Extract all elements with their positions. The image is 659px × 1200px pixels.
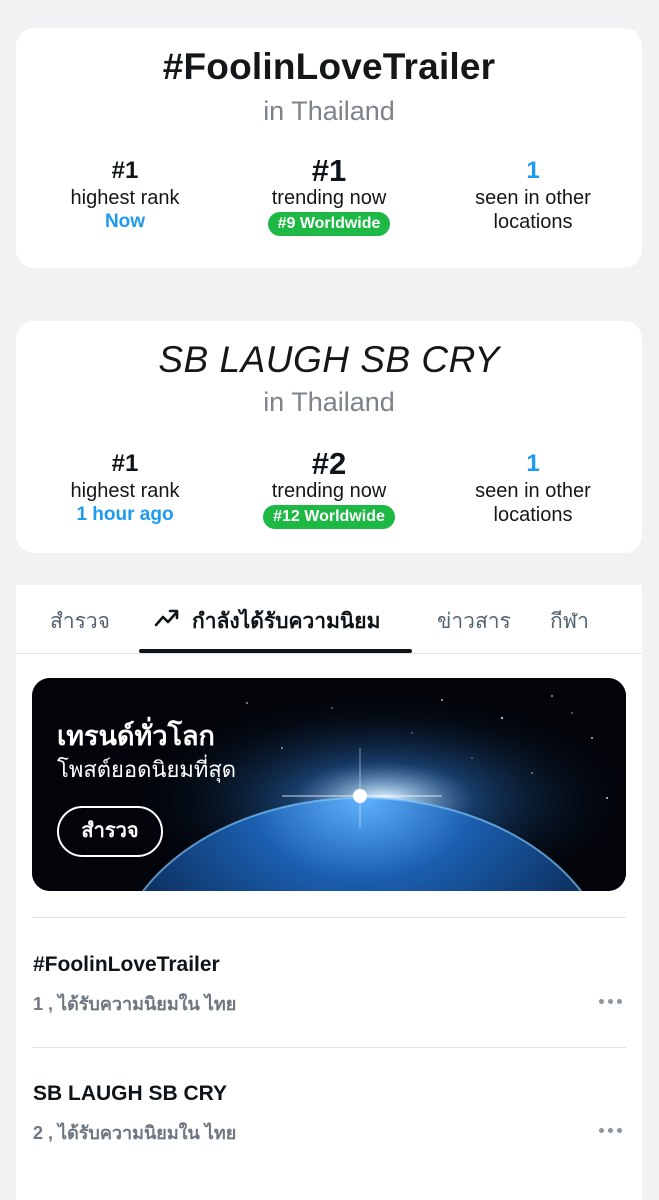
other-locations-label-1: seen in other xyxy=(475,480,591,502)
active-tab-indicator xyxy=(139,649,412,653)
highest-rank-label: highest rank xyxy=(70,187,180,209)
banner-title: เทรนด์ทั่วโลก xyxy=(57,721,215,751)
trend-location: in Thailand xyxy=(263,96,395,126)
highest-rank-value: #1 xyxy=(111,157,139,184)
trend-title: #FoolinLoveTrailer xyxy=(162,46,496,87)
trending-now-value: #1 xyxy=(311,153,347,188)
tab-trending[interactable]: กำลังได้รับความนิยม xyxy=(192,605,380,638)
explore-button[interactable]: สำรวจ xyxy=(57,806,163,857)
trend-stats-card-1: #FoolinLoveTrailer in Thailand #1 highes… xyxy=(16,28,642,268)
other-locations-label-2: locations xyxy=(493,211,573,233)
trend-location: in Thailand xyxy=(263,387,395,417)
trend-name: SB LAUGH SB CRY xyxy=(33,1082,228,1105)
other-locations-value: 1 xyxy=(526,450,540,477)
tab-news[interactable]: ข่าวสาร xyxy=(437,605,511,638)
global-trends-banner[interactable]: เทรนด์ทั่วโลก โพสต์ยอดนิยมที่สุด สำรวจ xyxy=(32,678,626,891)
tab-sports[interactable]: กีฬา xyxy=(550,605,589,638)
stat-other-locations: 1 seen in other locations xyxy=(428,156,638,234)
highest-rank-time: 1 hour ago xyxy=(76,504,174,525)
trend-title: SB LAUGH SB CRY xyxy=(158,339,500,380)
stat-trending-now: #1 trending now #9 Worldwide xyxy=(224,153,434,236)
explore-tabs: สำรวจ กำลังได้รับความนิยม ข่าวสาร กีฬา xyxy=(16,585,642,654)
trending-now-value: #2 xyxy=(311,446,347,481)
trending-icon xyxy=(154,609,179,627)
other-locations-label-2: locations xyxy=(493,504,573,526)
stat-trending-now: #2 trending now #12 Worldwide xyxy=(224,446,434,529)
other-locations-value: 1 xyxy=(526,157,540,184)
trend-meta: 1 , ได้รับความนิยมใน ไทย xyxy=(33,994,237,1014)
highest-rank-value: #1 xyxy=(111,450,139,477)
trend-meta: 2 , ได้รับความนิยมใน ไทย xyxy=(33,1123,237,1143)
worldwide-badge: #12 Worldwide xyxy=(263,505,395,529)
trend-name: #FoolinLoveTrailer xyxy=(33,953,220,976)
trend-list-item[interactable]: SB LAUGH SB CRY 2 , ได้รับความนิยมใน ไทย xyxy=(33,1082,627,1147)
divider xyxy=(32,917,626,918)
tab-explore[interactable]: สำรวจ xyxy=(50,605,110,638)
divider xyxy=(32,1047,626,1048)
trending-now-label: trending now xyxy=(271,187,387,209)
other-locations-label-1: seen in other xyxy=(475,187,591,209)
banner-subtitle: โพสต์ยอดนิยมที่สุด xyxy=(57,757,237,782)
stat-highest-rank: #1 highest rank 1 hour ago xyxy=(20,449,230,527)
trending-now-label: trending now xyxy=(271,480,387,502)
trend-stats-card-2: SB LAUGH SB CRY in Thailand #1 highest r… xyxy=(16,321,642,553)
worldwide-badge: #9 Worldwide xyxy=(267,212,391,236)
highest-rank-label: highest rank xyxy=(70,480,180,502)
stat-other-locations: 1 seen in other locations xyxy=(428,449,638,527)
more-options-icon[interactable] xyxy=(597,1126,627,1136)
trend-list-item[interactable]: #FoolinLoveTrailer 1 , ได้รับความนิยมใน … xyxy=(33,953,627,1018)
explore-panel: สำรวจ กำลังได้รับความนิยม ข่าวสาร กีฬา เ… xyxy=(16,585,642,1200)
highest-rank-time: Now xyxy=(104,211,146,232)
stat-highest-rank: #1 highest rank Now xyxy=(20,156,230,234)
more-options-icon[interactable] xyxy=(597,997,627,1007)
